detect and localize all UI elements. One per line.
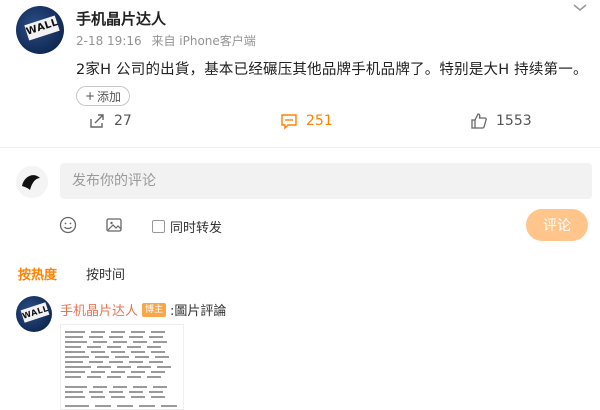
reply-author-name[interactable]: 手机晶片达人 [60, 300, 138, 319]
comment-count: 251 [306, 113, 333, 129]
repost-checkbox-label: 同时转发 [170, 221, 223, 236]
tab-sort-hot[interactable]: 按热度 [18, 264, 57, 283]
divider [0, 147, 600, 148]
comment-icon [280, 112, 298, 130]
comment-button[interactable]: 251 [280, 112, 333, 130]
repost-button[interactable]: 27 [88, 112, 132, 130]
share-icon [88, 112, 106, 130]
user-avatar[interactable] [16, 166, 48, 198]
post-content: 2家H 公司的出貨，基本已经碾压其他品牌手机品牌了。特别是大H 持续第一。 [76, 62, 588, 78]
emoji-icon[interactable] [59, 216, 77, 238]
post-source: 来自 iPhone客户端 [151, 34, 256, 48]
comment-image-thumbnail[interactable] [60, 324, 184, 410]
post-meta: 2-18 19:16 来自 iPhone客户端 [76, 32, 262, 49]
composer-tools: 同时转发 [0, 212, 600, 238]
add-button[interactable]: + 添加 [76, 86, 130, 106]
author-badge: 博主 [142, 302, 167, 317]
author-avatar[interactable]: WALL [16, 6, 64, 54]
avatar-sign: WALL [24, 15, 60, 41]
submit-comment-button[interactable]: 评论 [526, 209, 588, 241]
author-name[interactable]: 手机晶片达人 [76, 8, 166, 29]
reply-header: 手机晶片达人 博主 :圖片評論 [60, 300, 226, 319]
chevron-down-icon[interactable] [570, 2, 590, 16]
action-bar: 27 251 1553 [0, 112, 600, 138]
comment-sort-tabs: 按热度 按时间 [0, 264, 600, 286]
add-button-label: 添加 [97, 89, 122, 104]
thumbs-up-icon [470, 112, 488, 130]
repost-checkbox[interactable]: 同时转发 [152, 217, 222, 236]
reply-text: :圖片評論 [170, 304, 227, 319]
image-icon[interactable] [105, 216, 123, 238]
reply-author-avatar[interactable]: WALL [16, 296, 52, 332]
avatar-sign: WALL [20, 302, 50, 323]
checkbox-box[interactable] [152, 220, 165, 233]
like-count: 1553 [496, 113, 532, 129]
like-button[interactable]: 1553 [470, 112, 532, 130]
comment-input[interactable]: 发布你的评论 [60, 163, 592, 199]
post-time[interactable]: 2-18 19:16 [76, 34, 142, 48]
tab-sort-time[interactable]: 按时间 [86, 264, 125, 283]
plus-icon: + [84, 89, 96, 103]
repost-count: 27 [114, 113, 132, 129]
